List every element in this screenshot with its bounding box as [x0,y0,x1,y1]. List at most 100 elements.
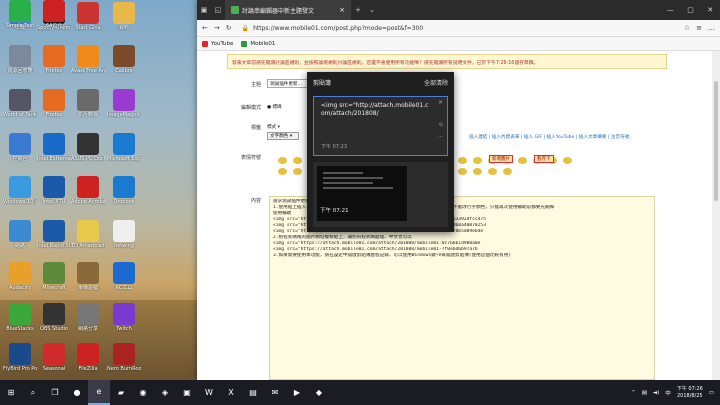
emoji-icon[interactable] [473,168,482,175]
desktop-icon[interactable]: 影片轉檔 [71,89,105,118]
emoji-icon[interactable] [458,157,467,164]
emoji-icon[interactable] [293,168,302,175]
pin-icon[interactable]: ⊙ [439,121,443,129]
tab-post[interactable]: 討論串編輯器中新主題發文 × [225,0,351,20]
tray-chevron-icon[interactable]: ⌃ [631,390,636,396]
desktop-icon[interactable]: OBS Studio [37,303,71,332]
desktop-icon[interactable]: Audacity [3,262,37,291]
desktop-icon[interactable]: Calibre [107,45,141,74]
desktop-icon[interactable]: 資源回收筒 [3,45,37,74]
excel-icon[interactable]: X [220,380,242,405]
desktop-icon[interactable]: Adobe Acrobat [71,176,105,205]
desktop-icon[interactable]: BlueStacks [3,303,37,332]
emoji-icon[interactable] [293,157,302,164]
desktop-icon[interactable]: Firefox [37,89,71,118]
chrome-icon[interactable]: ● [66,380,88,405]
emoji-icon[interactable] [458,168,467,175]
desktop-icon[interactable]: Minecraft [37,262,71,291]
new-tab-button[interactable]: + [351,6,365,14]
url-field[interactable]: 🔒 https://www.mobile01.com/post.php?mode… [238,22,678,35]
favorite-mobile01[interactable]: Mobile01 [241,40,275,47]
favorite-youtube[interactable]: YouTube [202,40,233,47]
ime-icon[interactable]: 中 [665,389,671,397]
desktop-icon[interactable]: FlyBird Pro PowerWriter [3,343,37,372]
forward-button[interactable]: → [214,24,220,32]
start-button[interactable]: ⊞ [0,380,22,405]
emoji-icon[interactable] [488,168,497,175]
text-color-select[interactable]: 文字顏色 ▾ [267,132,299,140]
refresh-button[interactable]: ↻ [226,24,232,32]
mode-radio[interactable]: ● 標碼 [267,104,282,110]
new-image-button[interactable]: 新增圖片 [489,155,513,163]
desktop-icon[interactable]: 單機遊戲 [71,262,105,291]
desktop-icon[interactable]: ASUS PC Doctor [71,133,105,162]
back-button[interactable]: ← [202,24,208,32]
desktop-icon[interactable]: 網路分享 [71,303,105,332]
minimize-button[interactable]: — [667,6,674,14]
tab-preview-icon[interactable]: ◱ [211,6,225,14]
draft-button[interactable]: 暫存下 [534,155,554,163]
volume-icon[interactable]: ◄) [653,390,659,396]
search-icon[interactable]: ⌕ [22,380,44,405]
emoji-icon[interactable] [278,168,287,175]
desktop-icon[interactable]: Firefox [37,45,71,74]
desktop-icon[interactable]: Start Gina [71,2,105,31]
media-icon[interactable]: ▶ [286,380,308,405]
desktop-icon[interactable]: Windows 10 更新 [3,176,37,205]
desktop-icon[interactable]: Microsoft Edge [107,133,141,162]
favorite-star-icon[interactable]: ☆ [684,24,690,32]
close-icon[interactable]: × [438,99,443,107]
hub-icon[interactable]: ≡ [696,24,702,32]
notepad-icon[interactable]: ▤ [242,380,264,405]
scroll-thumb[interactable] [714,81,718,201]
desktop-icon[interactable]: RC工具 [107,262,141,291]
emoji-icon[interactable] [518,157,527,164]
twitch-icon[interactable]: ▣ [176,380,198,405]
emoji-icon[interactable] [503,168,512,175]
clipboard-item-text[interactable]: × ⊙ ⋯ <img src="http://attach.mobile01.c… [313,96,448,156]
desktop-icon[interactable]: ImageMagick Display [107,89,141,118]
desktop-icon[interactable]: Twitch [107,303,141,332]
tab-menu-icon[interactable]: ⌄ [365,6,379,14]
tab-actions-icon[interactable]: ▣ [197,6,211,14]
emoji-icon[interactable] [278,157,287,164]
desktop-icon[interactable]: Intel Rapid Storage Tech [37,220,71,249]
page-scrollbar[interactable] [712,51,720,380]
insert-toolbar-links[interactable]: 插入連結 | 插入內建表單 | 插入 GIF | 插入YouTube | 插入文… [469,134,629,140]
close-tab-icon[interactable]: × [339,6,345,14]
desktop-icon[interactable]: World of Tanks [3,89,37,118]
word-icon[interactable]: W [198,380,220,405]
desktop-icon[interactable]: FileZilla [71,343,105,372]
emoji-icon[interactable] [563,157,572,164]
clock[interactable]: 下午 07:26 2018/8/25 [677,386,703,400]
firefox-icon[interactable]: ◉ [132,380,154,405]
clipboard-item-image[interactable]: 下午 07:21 [313,162,448,227]
desktop-icon[interactable]: Seasonal [37,343,71,372]
desktop-icon[interactable]: Intel Extreme Tuning [37,133,71,162]
more-icon[interactable]: ⋯ [438,133,443,141]
desktop-icon[interactable]: Nero BurnRoom [107,343,141,372]
maximize-button[interactable]: ▢ [687,6,694,14]
emoji-icon[interactable] [473,157,482,164]
clear-all-button[interactable]: 全部清除 [424,78,448,87]
mail-icon[interactable]: ✉ [264,380,286,405]
notifications-icon[interactable]: ▭ [709,390,714,396]
desktop-icon[interactable]: 控制台 [3,133,37,162]
desktop-icon[interactable]: TD Ameritrade [71,220,105,249]
tags-select[interactable]: 標式 ▾ [267,124,280,130]
taskview-icon[interactable]: ❐ [44,380,66,405]
desktop-icon[interactable]: netwing [107,220,141,249]
explorer-icon[interactable]: ▰ [110,380,132,405]
desktop-icon[interactable]: 資料 [107,2,141,31]
store-icon[interactable]: ◈ [154,380,176,405]
desktop-icon[interactable]: 64位元 [37,0,71,29]
desktop-icon[interactable]: Simple Text [3,0,37,29]
desktop-icon[interactable]: Avast Free Antivirus [71,45,105,74]
desktop-icon[interactable]: Intel XTU [37,176,71,205]
desktop-icon[interactable]: 網路 [3,220,37,249]
edge-icon[interactable]: e [88,380,110,405]
network-icon[interactable]: ▤ [642,390,647,396]
more-icon[interactable]: … [708,24,715,32]
desktop-icon[interactable]: Dropbox [107,176,141,205]
app-icon[interactable]: ◆ [308,380,330,405]
